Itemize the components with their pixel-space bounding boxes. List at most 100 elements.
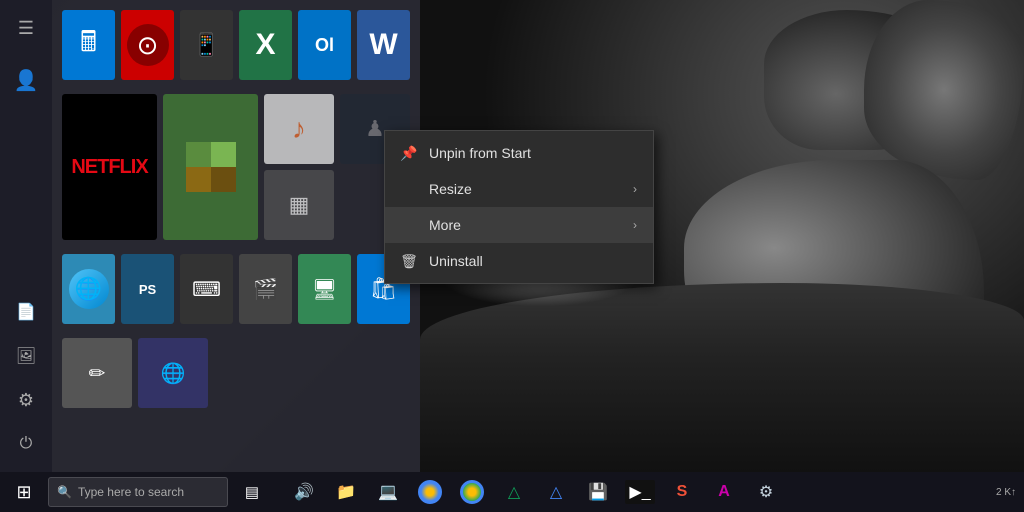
tile-netflix[interactable]: NETFLIX	[62, 94, 157, 240]
tile-nimbus[interactable]: 🌐	[62, 254, 115, 324]
sidebar-pictures[interactable]: 🖼	[8, 338, 44, 374]
edit-icon: ✏	[89, 361, 106, 386]
taskbar-app-pc[interactable]: 💻	[368, 472, 408, 512]
tile-calculator[interactable]: 🖩	[62, 10, 115, 80]
groove-icon: ⊙	[127, 24, 169, 66]
taskbar-app-files[interactable]: 📁	[326, 472, 366, 512]
sidebar-settings[interactable]: ⚙	[8, 382, 44, 418]
uninstall-item-left: 🗑 Uninstall	[401, 253, 483, 269]
taskbar-search[interactable]: 🔍 Type here to search	[48, 477, 228, 507]
pc-icon: 💻	[378, 482, 398, 502]
phone-icon: 📱	[193, 32, 220, 58]
tile-outlook[interactable]: Ol	[298, 10, 351, 80]
sidebar: ☰ 👤 📄 🖼 ⚙ ⏻	[0, 0, 52, 472]
taskbar-app-artisan[interactable]: A	[704, 472, 744, 512]
taskbar-app-terminal[interactable]: ▶_	[620, 472, 660, 512]
context-menu-item-unpin[interactable]: 📌 Unpin from Start	[385, 135, 653, 171]
search-icon: 🔍	[57, 485, 72, 499]
system-tray: 2 K↑	[996, 487, 1020, 498]
context-menu: 📌 Unpin from Start Resize › More › 🗑 Uni…	[384, 130, 654, 284]
swift-icon: S	[677, 483, 688, 501]
taskbar-app-speaker[interactable]: 🔊	[284, 472, 324, 512]
more-label: More	[429, 217, 461, 233]
tile-remote[interactable]: 🖥	[298, 254, 351, 324]
more-icon	[401, 217, 417, 233]
uninstall-icon: 🗑	[401, 253, 417, 269]
resize-label: Resize	[429, 181, 472, 197]
minecraft-icon	[186, 142, 236, 192]
taskbar-app-drive2[interactable]: △	[536, 472, 576, 512]
blue-tile-icon: 🌐	[161, 361, 186, 386]
qr-icon: ▦	[289, 192, 310, 218]
tiles-row-1: 🖩 ⊙ 📱 X Ol W	[62, 10, 410, 80]
windows-logo-icon: ⊞	[16, 482, 31, 503]
sidebar-hamburger[interactable]: ☰	[8, 10, 44, 46]
hamburger-icon: ☰	[18, 18, 34, 39]
speaker-icon: 🔊	[294, 482, 314, 502]
tile-excel[interactable]: X	[239, 10, 292, 80]
drive1-icon: △	[508, 482, 520, 502]
start-button[interactable]: ⊞	[4, 472, 44, 512]
tile-qr[interactable]: ▦	[264, 170, 334, 240]
more-item-left: More	[401, 217, 461, 233]
files-icon: 📁	[336, 482, 356, 502]
tiles-row-3: 🌐 PS ⌨ 🎬 🖥 🛍	[62, 254, 410, 324]
task-view-button[interactable]: ▤	[232, 472, 272, 512]
sidebar-documents[interactable]: 📄	[8, 294, 44, 330]
artisan-icon: A	[718, 483, 730, 501]
steam-icon: ♟	[365, 116, 385, 142]
sidebar-bottom-icons: 📄 🖼 ⚙ ⏻	[8, 294, 44, 462]
tiles-row-2: NETFLIX ♪ ▦ ♟	[62, 94, 410, 240]
unpin-label: Unpin from Start	[429, 145, 531, 161]
steam2-icon: ⚙	[759, 482, 773, 502]
tile-itunes[interactable]: ♪	[264, 94, 334, 164]
context-menu-item-uninstall[interactable]: 🗑 Uninstall	[385, 243, 653, 279]
outlook-icon: Ol	[315, 35, 334, 56]
tile-powershell[interactable]: PS	[121, 254, 174, 324]
search-placeholder-text: Type here to search	[78, 485, 184, 499]
tile-media[interactable]: 🎬	[239, 254, 292, 324]
hdd-icon: 💾	[588, 482, 608, 502]
user-avatar-icon: 👤	[14, 68, 39, 93]
word-icon: W	[369, 28, 397, 62]
calculator-icon: 🖩	[80, 21, 97, 69]
taskbar-app-hdd[interactable]: 💾	[578, 472, 618, 512]
taskbar-apps: 🔊 📁 💻 △ △ 💾 ▶_ S A	[284, 472, 786, 512]
taskbar: ⊞ 🔍 Type here to search ▤ 🔊 📁 💻 △ △	[0, 472, 1024, 512]
documents-icon: 📄	[16, 302, 36, 322]
tile-groove[interactable]: ⊙	[121, 10, 174, 80]
taskbar-app-chrome2[interactable]	[452, 472, 492, 512]
tile-phone[interactable]: 📱	[180, 10, 233, 80]
taskbar-app-chrome1[interactable]	[410, 472, 450, 512]
media-icon: 🎬	[253, 277, 278, 302]
tile-edit[interactable]: ✏	[62, 338, 132, 408]
sidebar-user[interactable]: 👤	[8, 62, 44, 98]
tiles-area: 🖩 ⊙ 📱 X Ol W NETFLIX	[52, 0, 420, 472]
power-icon: ⏻	[20, 435, 33, 453]
tile-minecraft[interactable]	[163, 94, 258, 240]
taskbar-app-steam[interactable]: ⚙	[746, 472, 786, 512]
resize-icon	[401, 181, 417, 197]
tile-cmd[interactable]: ⌨	[180, 254, 233, 324]
unpin-item-left: 📌 Unpin from Start	[401, 145, 531, 161]
tile-blue[interactable]: 🌐	[138, 338, 208, 408]
start-menu: ☰ 👤 📄 🖼 ⚙ ⏻ 🖩	[0, 0, 420, 472]
settings-icon: ⚙	[18, 390, 34, 411]
more-chevron-icon: ›	[633, 218, 637, 232]
excel-icon: X	[255, 28, 275, 62]
terminal-icon: ▶_	[625, 480, 654, 504]
uninstall-label: Uninstall	[429, 253, 483, 269]
cmd-icon: ⌨	[192, 277, 221, 302]
network-speed: 2 K↑	[996, 487, 1016, 498]
tiles-row-4: ✏ 🌐	[62, 338, 410, 408]
context-menu-item-resize[interactable]: Resize ›	[385, 171, 653, 207]
water	[420, 283, 1024, 472]
chrome2-icon	[460, 480, 484, 504]
taskbar-app-swift[interactable]: S	[662, 472, 702, 512]
context-menu-item-more[interactable]: More ›	[385, 207, 653, 243]
netflix-icon: NETFLIX	[71, 156, 147, 179]
tile-word[interactable]: W	[357, 10, 410, 80]
pictures-icon: 🖼	[16, 346, 36, 366]
sidebar-power[interactable]: ⏻	[8, 426, 44, 462]
taskbar-app-drive1[interactable]: △	[494, 472, 534, 512]
